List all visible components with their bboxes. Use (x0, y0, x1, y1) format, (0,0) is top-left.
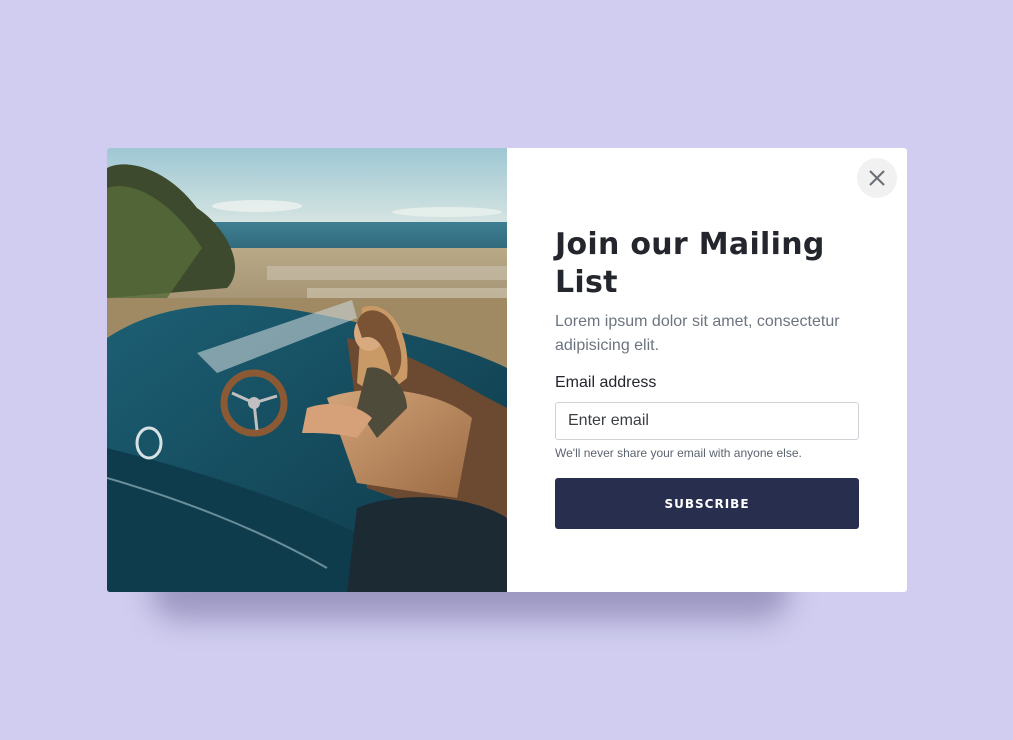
subscribe-button[interactable]: SUBSCRIBE (555, 478, 859, 529)
hero-photo (107, 148, 507, 592)
close-icon (869, 170, 885, 186)
modal-subtitle: Lorem ipsum dolor sit amet, consectetur … (555, 313, 840, 354)
mailing-list-modal: Join our Mailing List Lorem ipsum dolor … (107, 148, 907, 592)
modal-content: Join our Mailing List Lorem ipsum dolor … (507, 148, 907, 592)
close-button[interactable] (857, 158, 897, 198)
email-help-text: We'll never share your email with anyone… (555, 446, 802, 460)
email-label: Email address (555, 374, 657, 391)
email-input[interactable] (555, 402, 859, 440)
modal-title: Join our Mailing List (555, 227, 825, 300)
